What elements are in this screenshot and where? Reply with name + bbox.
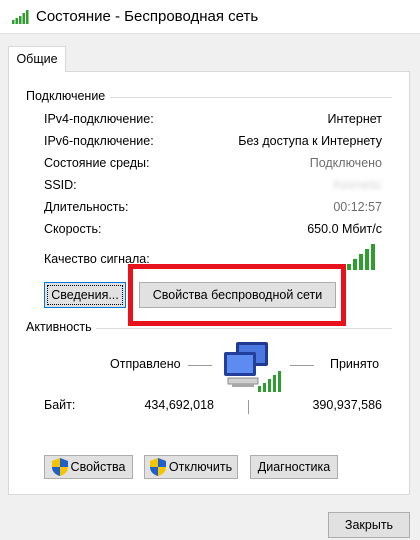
duration-value: 00:12:57 <box>333 200 382 214</box>
speed-value: 650.0 Мбит/с <box>307 222 382 236</box>
uac-shield-icon <box>149 458 166 476</box>
media-state-value: Подключено <box>309 156 382 170</box>
media-state-label: Состояние среды: <box>44 156 150 170</box>
sent-label: Отправлено <box>110 357 181 371</box>
received-bytes-value: 390,937,586 <box>312 398 382 412</box>
ipv4-value: Интернет <box>327 112 382 126</box>
wifi-signal-icon <box>12 10 29 24</box>
ipv6-label: IPv6-подключение: <box>44 134 154 148</box>
title-bar: Состояние - Беспроводная сеть <box>0 0 420 34</box>
activity-divider <box>96 328 392 329</box>
activity-group-title: Активность <box>26 320 92 334</box>
properties-button-label: Свойства <box>70 460 126 474</box>
received-line <box>290 365 314 366</box>
red-highlight-frame <box>128 264 346 326</box>
diagnose-button[interactable]: Диагностика <box>250 455 338 479</box>
signal-bar <box>347 264 351 270</box>
connection-divider <box>110 97 392 98</box>
signal-bar <box>359 254 363 270</box>
signal-bar <box>353 259 357 270</box>
sent-bytes-value: 434,692,018 <box>144 398 214 412</box>
ipv6-value: Без доступа к Интернету <box>238 134 382 148</box>
bytes-label: Байт: <box>44 398 76 412</box>
received-label: Принято <box>330 357 380 371</box>
close-button[interactable]: Закрыть <box>328 512 410 538</box>
network-computers-icon <box>224 342 281 392</box>
speed-label: Скорость: <box>44 222 102 236</box>
disable-button[interactable]: Отключить <box>144 455 238 479</box>
connection-group-title: Подключение <box>26 89 106 103</box>
ipv4-label: IPv4-подключение: <box>44 112 154 126</box>
disable-button-label: Отключить <box>168 460 233 474</box>
properties-button[interactable]: Свойства <box>44 455 133 479</box>
uac-shield-icon <box>51 458 68 476</box>
details-button[interactable]: Сведения... <box>44 282 126 308</box>
signal-bar <box>365 249 369 270</box>
tab-general[interactable]: Общие <box>8 46 66 72</box>
window-title: Состояние - Беспроводная сеть <box>36 8 259 25</box>
bytes-separator <box>248 400 249 414</box>
sent-line <box>188 365 212 366</box>
ssid-value: Keenetic <box>333 178 382 192</box>
signal-bar <box>371 244 375 270</box>
ssid-label: SSID: <box>44 178 77 192</box>
duration-label: Длительность: <box>44 200 129 214</box>
signal-quality-bars-icon <box>347 244 377 270</box>
